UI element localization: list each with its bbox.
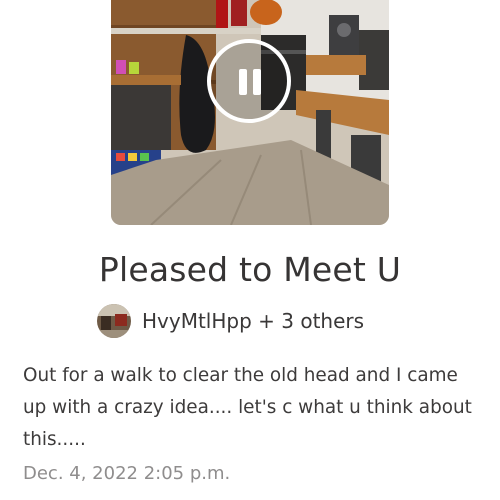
pause-icon — [239, 69, 247, 95]
pause-icon-bar — [253, 69, 261, 95]
song-detail-page: Pleased to Meet U HvyMtlHpp + 3 others O… — [0, 0, 500, 500]
author-link[interactable]: HvyMtlHpp + 3 others — [97, 303, 364, 339]
pause-button[interactable] — [207, 39, 291, 123]
video-cover[interactable] — [111, 0, 389, 225]
song-title: Pleased to Meet U — [98, 250, 402, 289]
post-description: Out for a walk to clear the old head and… — [23, 365, 472, 450]
post-timestamp: Dec. 4, 2022 2:05 p.m. — [23, 463, 231, 484]
user-avatar-icon — [97, 304, 131, 338]
author-name: HvyMtlHpp + 3 others — [142, 309, 365, 333]
